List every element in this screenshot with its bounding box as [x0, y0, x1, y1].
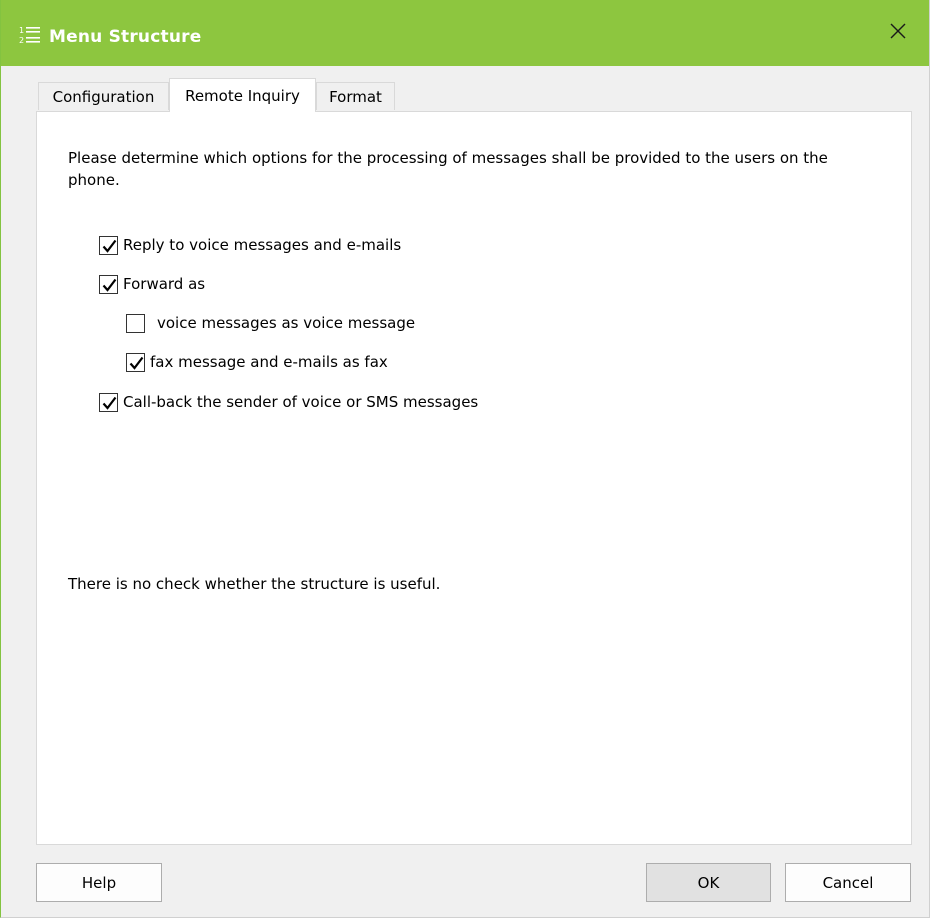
forward-as-label: Forward as — [123, 275, 206, 293]
voice-as-voice-checkbox[interactable] — [126, 313, 145, 333]
option-fax-as-fax[interactable]: fax message and e-mails as fax — [126, 350, 388, 374]
option-reply[interactable]: Reply to voice messages and e-mails — [99, 233, 401, 257]
note-text: There is no check whether the structure … — [68, 575, 441, 593]
dialog-window: 1 2 Menu Structure Configuration Remote … — [0, 0, 930, 918]
call-back-checkbox[interactable] — [99, 392, 118, 412]
ok-button[interactable]: OK — [646, 863, 771, 902]
option-forward-as[interactable]: Forward as — [99, 272, 205, 296]
reply-checkbox[interactable] — [99, 235, 118, 255]
option-voice-as-voice[interactable]: voice messages as voice message — [126, 311, 415, 335]
intro-text: Please determine which options for the p… — [68, 149, 828, 189]
svg-text:2: 2 — [19, 36, 24, 45]
call-back-label: Call-back the sender of voice or SMS mes… — [123, 393, 479, 411]
fax-as-fax-checkbox[interactable] — [126, 352, 145, 372]
numbered-list-icon: 1 2 — [19, 25, 41, 45]
option-call-back[interactable]: Call-back the sender of voice or SMS mes… — [99, 390, 478, 414]
title-bar[interactable]: 1 2 Menu Structure — [1, 0, 929, 66]
svg-text:1: 1 — [19, 26, 24, 35]
help-button[interactable]: Help — [36, 863, 162, 902]
fax-as-fax-label: fax message and e-mails as fax — [150, 353, 388, 371]
tab-panel — [36, 111, 912, 845]
reply-label: Reply to voice messages and e-mails — [123, 236, 402, 254]
tab-configuration[interactable]: Configuration — [38, 82, 169, 110]
tab-format[interactable]: Format — [316, 82, 395, 110]
close-button[interactable] — [867, 0, 929, 66]
tab-remote-inquiry[interactable]: Remote Inquiry — [169, 78, 316, 112]
dialog-title: Menu Structure — [49, 27, 202, 47]
voice-as-voice-label: voice messages as voice message — [157, 314, 416, 332]
close-icon — [889, 22, 907, 44]
forward-as-checkbox[interactable] — [99, 274, 118, 294]
cancel-button[interactable]: Cancel — [785, 863, 911, 902]
